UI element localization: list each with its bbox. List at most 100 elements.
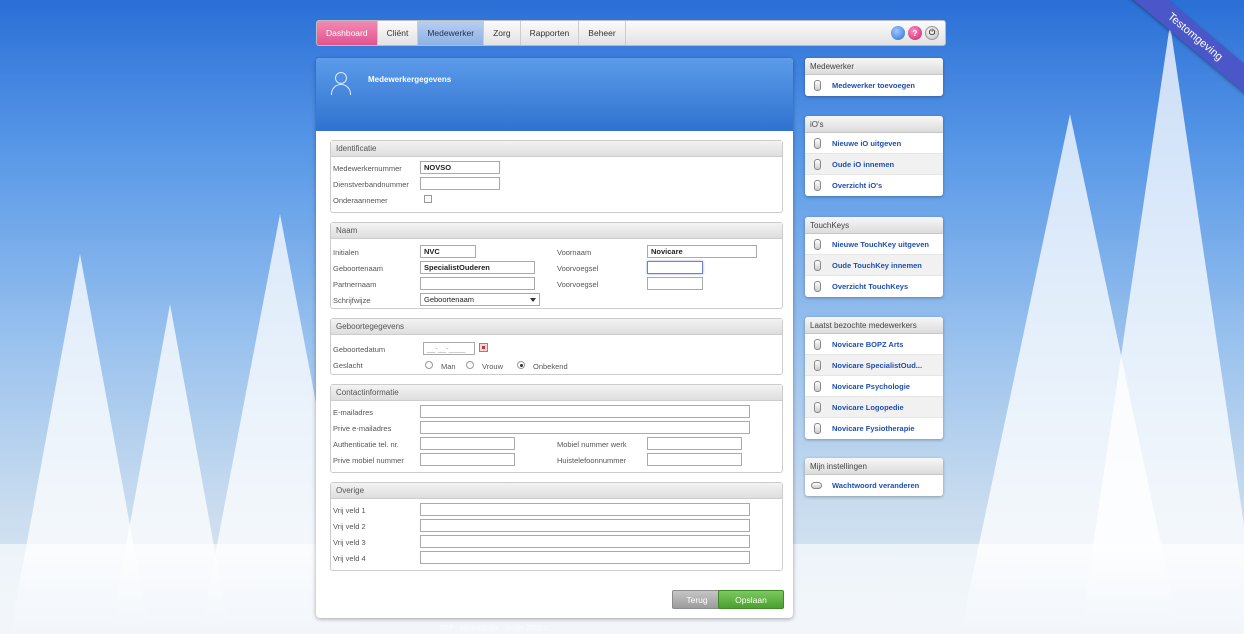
section-title: Naam [331, 223, 782, 239]
mobiel-werk-label: Mobiel nummer werk [557, 440, 627, 449]
recent-medewerker-link[interactable]: Novicare Fysiotherapie [805, 418, 943, 439]
footer-version: STP - administratie - versie 2015.2 [440, 625, 548, 632]
geslacht-label: Geslacht [333, 361, 363, 370]
link-label: Oude iO innemen [832, 160, 895, 169]
recent-medewerker-link[interactable]: Novicare Logopedie [805, 397, 943, 418]
person-icon [814, 423, 821, 434]
onderaannemer-checkbox[interactable] [424, 195, 432, 203]
calendar-icon[interactable] [479, 343, 488, 352]
person-icon [814, 381, 821, 392]
radio-onbekend-label: Onbekend [533, 362, 568, 371]
section-title: Overige [331, 483, 782, 499]
touchkey-icon [814, 260, 821, 271]
prive-mobiel-label: Prive mobiel nummer [333, 456, 404, 465]
overzicht-io-link[interactable]: Overzicht iO's [805, 175, 943, 196]
tab-beheer[interactable]: Beheer [579, 21, 626, 45]
recent-medewerker-link[interactable]: Novicare BOPZ Arts [805, 334, 943, 355]
io-icon [814, 138, 821, 149]
radio-man-label: Man [441, 362, 456, 371]
recent-medewerker-link[interactable]: Novicare Psychologie [805, 376, 943, 397]
section-title: Geboortegegevens [331, 319, 782, 335]
voorvoegsel-input[interactable] [647, 261, 703, 274]
dienstverband-input[interactable] [420, 177, 500, 190]
vrij-veld-4-label: Vrij veld 4 [333, 554, 366, 563]
geboortenaam-input[interactable]: SpecialistOuderen [420, 261, 535, 274]
person-icon [814, 339, 821, 350]
partner-voorvoegsel-input[interactable] [647, 277, 703, 290]
geboortedatum-value: __-__-____ [427, 344, 466, 353]
tab-medewerker[interactable]: Medewerker [418, 21, 485, 45]
chat-icon[interactable] [891, 26, 905, 40]
io-icon [814, 159, 821, 170]
geboortenaam-label: Geboortenaam [333, 264, 384, 273]
schrijfwijze-select[interactable]: Geboortenaam [420, 293, 540, 306]
nieuwe-io-link[interactable]: Nieuwe iO uitgeven [805, 133, 943, 154]
header-icons: ? ⏻ [891, 21, 945, 45]
link-label: Novicare Psychologie [832, 382, 910, 391]
huistelefoon-label: Huistelefoonnummer [557, 456, 627, 465]
prive-mobiel-input[interactable] [420, 453, 515, 466]
onderaannemer-label: Onderaannemer [333, 196, 388, 205]
wachtwoord-veranderen-link[interactable]: Wachtwoord veranderen [805, 475, 943, 496]
radio-man[interactable] [425, 361, 433, 369]
help-icon[interactable]: ? [908, 26, 922, 40]
partnernaam-label: Partnernaam [333, 280, 377, 289]
key-icon [811, 482, 822, 489]
prive-email-input[interactable] [420, 421, 750, 434]
initialen-input[interactable]: NVC [420, 245, 476, 258]
link-label: Medewerker toevoegen [832, 81, 915, 90]
partnernaam-input[interactable] [420, 277, 535, 290]
email-input[interactable] [420, 405, 750, 418]
nieuwe-touchkey-link[interactable]: Nieuwe TouchKey uitgeven [805, 234, 943, 255]
chevron-down-icon [530, 298, 536, 302]
widget-touchkeys: TouchKeys Nieuwe TouchKey uitgeven Oude … [805, 217, 943, 297]
panel-header: Medewerkergegevens [316, 58, 793, 131]
widget-laatst-bezocht: Laatst bezochte medewerkers Novicare BOP… [805, 317, 943, 439]
tab-dashboard[interactable]: Dashboard [317, 21, 378, 45]
radio-vrouw-label: Vrouw [482, 362, 503, 371]
person-icon [814, 402, 821, 413]
overzicht-touchkeys-link[interactable]: Overzicht TouchKeys [805, 276, 943, 297]
section-contactinformatie: Contactinformatie E-mailadres Prive e-ma… [330, 384, 783, 473]
section-identificatie: Identificatie Medewerkernummer NOVSO Die… [330, 140, 783, 213]
voornaam-label: Voornaam [557, 248, 592, 257]
medewerkernummer-input[interactable]: NOVSO [420, 161, 500, 174]
oude-io-link[interactable]: Oude iO innemen [805, 154, 943, 175]
terug-button[interactable]: Terug [672, 590, 722, 609]
section-naam: Naam Initialen NVC Voornaam Novicare Geb… [330, 222, 783, 309]
recent-medewerker-link[interactable]: Novicare SpecialistOud... [805, 355, 943, 376]
voornaam-input[interactable]: Novicare [647, 245, 757, 258]
person-icon [814, 360, 821, 371]
prive-email-label: Prive e-mailadres [333, 424, 392, 433]
widget-mijn-instellingen: Mijn instellingen Wachtwoord veranderen [805, 458, 943, 496]
vrij-veld-3-input[interactable] [420, 535, 750, 548]
tab-zorg[interactable]: Zorg [484, 21, 521, 45]
medewerkernummer-label: Medewerkernummer [333, 164, 402, 173]
oude-touchkey-link[interactable]: Oude TouchKey innemen [805, 255, 943, 276]
vrij-veld-4-input[interactable] [420, 551, 750, 564]
initialen-label: Initialen [333, 248, 359, 257]
vrij-veld-1-input[interactable] [420, 503, 750, 516]
widget-title: Laatst bezochte medewerkers [805, 317, 943, 334]
radio-vrouw[interactable] [466, 361, 474, 369]
section-title: Contactinformatie [331, 385, 782, 401]
tab-rapporten[interactable]: Rapporten [521, 21, 580, 45]
touchkey-icon [814, 281, 821, 292]
medewerker-toevoegen-link[interactable]: Medewerker toevoegen [805, 75, 943, 96]
panel-title: Medewerkergegevens [368, 75, 452, 84]
mobiel-werk-input[interactable] [647, 437, 742, 450]
power-icon[interactable]: ⏻ [925, 26, 939, 40]
radio-onbekend[interactable] [517, 361, 525, 369]
opslaan-button[interactable]: Opslaan [718, 590, 784, 609]
huistelefoon-input[interactable] [647, 453, 742, 466]
user-icon [330, 72, 351, 96]
io-icon [814, 180, 821, 191]
email-label: E-mailadres [333, 408, 374, 417]
vrij-veld-2-input[interactable] [420, 519, 750, 532]
authenticatie-input[interactable] [420, 437, 515, 450]
geboortedatum-input[interactable]: __-__-____ [423, 342, 475, 355]
tab-client[interactable]: Cliënt [378, 21, 419, 45]
link-label: Nieuwe TouchKey uitgeven [832, 240, 929, 249]
section-overige: Overige Vrij veld 1 Vrij veld 2 Vrij vel… [330, 482, 783, 571]
link-label: Novicare Logopedie [832, 403, 904, 412]
